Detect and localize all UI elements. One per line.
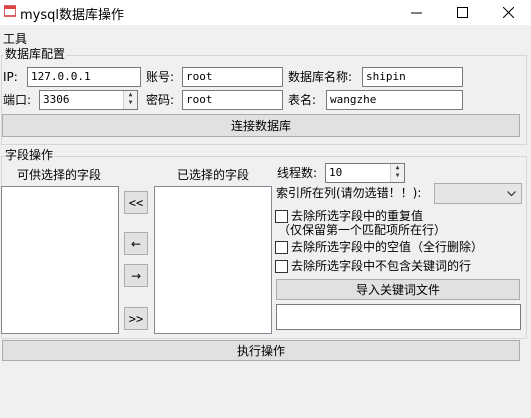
table-label: 表名: <box>288 93 317 107</box>
chevron-down-icon <box>507 191 516 197</box>
app-icon <box>4 5 16 17</box>
threads-value: 10 <box>329 166 343 179</box>
selected-fields-list[interactable] <box>154 186 272 334</box>
password-input[interactable]: root <box>182 90 283 110</box>
menu-bar: 工具 <box>0 28 531 46</box>
account-input[interactable]: root <box>182 67 283 87</box>
remove-empty-checkbox[interactable] <box>275 241 288 254</box>
move-all-right-button[interactable]: >> <box>124 307 148 330</box>
threads-stepper[interactable]: 10 ▲ ▼ <box>325 163 405 183</box>
maximize-icon <box>456 7 468 18</box>
dbname-input[interactable]: shipin <box>362 67 463 87</box>
dedupe-note: （仅保留第一个匹配项所在行） <box>278 223 447 237</box>
title-bar: mysql数据库操作 <box>0 0 531 25</box>
execute-button[interactable]: 执行操作 <box>2 340 520 361</box>
index-column-select[interactable] <box>434 183 522 204</box>
password-label: 密码: <box>146 93 175 107</box>
threads-spin[interactable]: ▲ ▼ <box>390 164 404 182</box>
ip-input[interactable]: 127.0.0.1 <box>27 67 141 87</box>
import-keywords-button[interactable]: 导入关键词文件 <box>276 279 520 300</box>
port-stepper[interactable]: 3306 ▲ ▼ <box>39 90 138 110</box>
spin-down-icon[interactable]: ▼ <box>391 172 404 180</box>
close-icon <box>502 7 514 18</box>
minimize-button[interactable] <box>393 0 439 25</box>
maximize-button[interactable] <box>439 0 485 25</box>
port-spin[interactable]: ▲ ▼ <box>123 91 137 109</box>
port-value: 3306 <box>43 93 70 106</box>
port-label: 端口: <box>3 93 32 107</box>
db-config-group-title: 数据库配置 <box>4 47 67 61</box>
remove-no-keyword-checkbox[interactable] <box>275 260 288 273</box>
threads-label: 线程数: <box>277 166 318 180</box>
spin-down-icon[interactable]: ▼ <box>124 99 137 107</box>
ip-label: IP: <box>3 70 18 84</box>
move-all-left-button[interactable]: << <box>124 191 148 214</box>
remove-no-keyword-label: 去除所选字段中不包含关键词的行 <box>291 259 472 273</box>
connect-db-button[interactable]: 连接数据库 <box>2 114 520 137</box>
move-left-button[interactable]: ← <box>124 232 148 255</box>
window-title: mysql数据库操作 <box>20 8 124 23</box>
available-fields-label: 可供选择的字段 <box>17 168 102 182</box>
field-ops-group-title: 字段操作 <box>4 148 55 162</box>
table-input[interactable]: wangzhe <box>326 90 463 110</box>
move-right-button[interactable]: → <box>124 264 148 287</box>
keywords-path-input[interactable] <box>276 304 521 330</box>
minimize-icon <box>410 12 422 14</box>
selected-fields-label: 已选择的字段 <box>177 168 250 182</box>
index-column-label: 索引所在列(请勿选错！！): <box>276 186 422 200</box>
available-fields-list[interactable] <box>1 186 119 334</box>
dbname-label: 数据库名称: <box>288 70 353 84</box>
menu-tools[interactable]: 工具 <box>3 30 27 47</box>
account-label: 账号: <box>146 70 175 84</box>
remove-empty-label: 去除所选字段中的空值（全行删除） <box>291 240 484 254</box>
close-button[interactable] <box>485 0 531 25</box>
